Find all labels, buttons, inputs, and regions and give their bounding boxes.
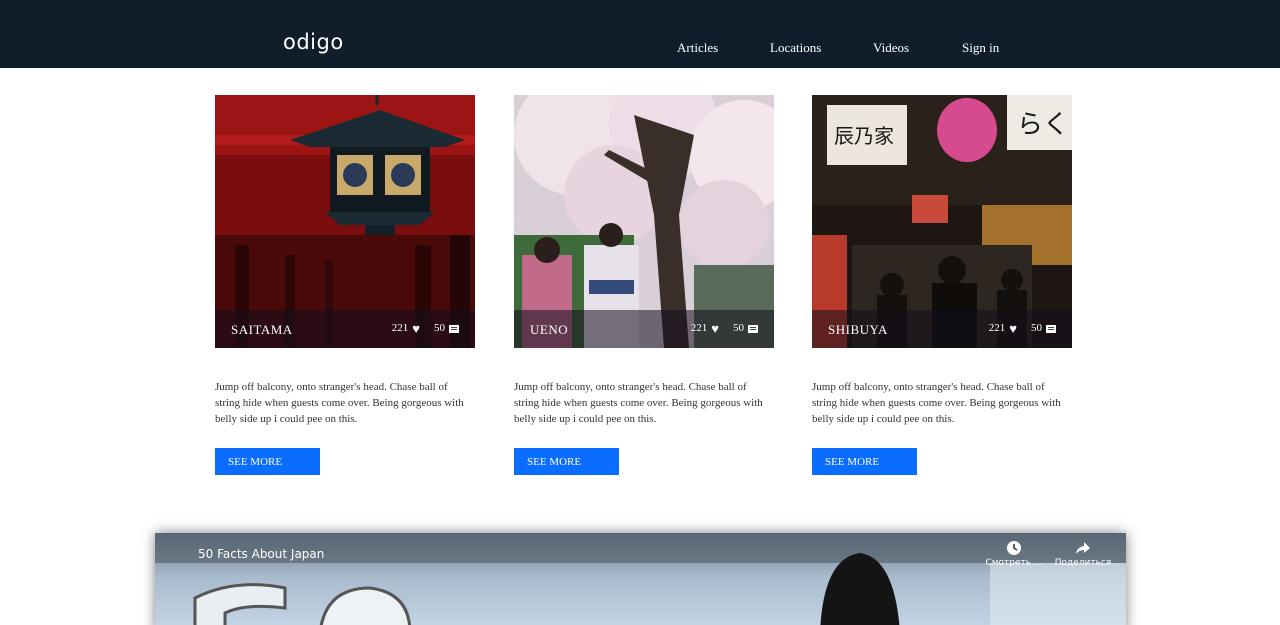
- card-overlay: UENO 221 ♥ 50: [514, 310, 774, 348]
- nav-sign-in[interactable]: Sign in: [962, 40, 999, 56]
- card-place: SHIBUYA: [828, 322, 888, 337]
- likes-count: 221: [690, 322, 708, 334]
- share-icon: [1076, 542, 1090, 554]
- card-place: SAITAMA: [231, 322, 293, 337]
- location-card: SAITAMA 221 ♥ 50 Jump off balcony, onto …: [215, 95, 475, 475]
- clock-icon: [1007, 541, 1021, 555]
- watch-later-button[interactable]: Смотреть ...: [983, 541, 1045, 568]
- likes-count: 221: [391, 322, 409, 334]
- card-description: Jump off balcony, onto stranger's head. …: [215, 381, 464, 425]
- video-title[interactable]: 50 Facts About Japan: [198, 547, 324, 561]
- video-embed[interactable]: 50 Facts About Japan Смотреть ... Подели…: [155, 533, 1126, 625]
- site-logo[interactable]: odigo: [283, 30, 344, 54]
- comments-count: 50: [434, 322, 445, 334]
- heart-icon[interactable]: ♥: [711, 322, 719, 335]
- nav-videos[interactable]: Videos: [873, 40, 909, 56]
- comments-count: 50: [733, 322, 744, 334]
- heart-icon[interactable]: ♥: [412, 322, 420, 335]
- comments-count: 50: [1031, 322, 1042, 334]
- card-stats: 221 ♥ 50: [690, 322, 758, 335]
- location-card: 辰乃家 らく SHIBUYA 221 ♥ 50 Jump off balcony…: [812, 95, 1072, 475]
- comment-icon[interactable]: [449, 324, 459, 333]
- site-header: odigo Articles Locations Videos Sign in: [0, 0, 1280, 68]
- location-card: UENO 221 ♥ 50 Jump off balcony, onto str…: [514, 95, 774, 475]
- heart-icon[interactable]: ♥: [1009, 322, 1017, 335]
- card-image[interactable]: UENO 221 ♥ 50: [514, 95, 774, 348]
- watch-later-label: Смотреть ...: [985, 558, 1043, 568]
- share-label: Поделиться: [1054, 558, 1112, 568]
- nav-locations[interactable]: Locations: [770, 40, 821, 56]
- card-place: UENO: [530, 322, 569, 337]
- svg-text:らく: らく: [1017, 110, 1069, 140]
- card-image[interactable]: 辰乃家 らく SHIBUYA 221 ♥ 50: [812, 95, 1072, 348]
- see-more-button[interactable]: SEE MORE: [812, 448, 917, 475]
- nav-articles[interactable]: Articles: [677, 40, 718, 56]
- card-description: Jump off balcony, onto stranger's head. …: [812, 381, 1061, 425]
- likes-count: 221: [988, 322, 1006, 334]
- card-overlay: SHIBUYA 221 ♥ 50: [812, 310, 1072, 348]
- card-stats: 221 ♥ 50: [988, 322, 1056, 335]
- card-stats: 221 ♥ 50: [391, 322, 459, 335]
- comment-icon[interactable]: [748, 324, 758, 333]
- card-image[interactable]: SAITAMA 221 ♥ 50: [215, 95, 475, 348]
- see-more-button[interactable]: SEE MORE: [215, 448, 320, 475]
- see-more-button[interactable]: SEE MORE: [514, 448, 619, 475]
- comment-icon[interactable]: [1046, 324, 1056, 333]
- card-description: Jump off balcony, onto stranger's head. …: [514, 381, 763, 425]
- card-overlay: SAITAMA 221 ♥ 50: [215, 310, 475, 348]
- share-button[interactable]: Поделиться: [1052, 541, 1114, 568]
- svg-text:辰乃家: 辰乃家: [834, 124, 894, 148]
